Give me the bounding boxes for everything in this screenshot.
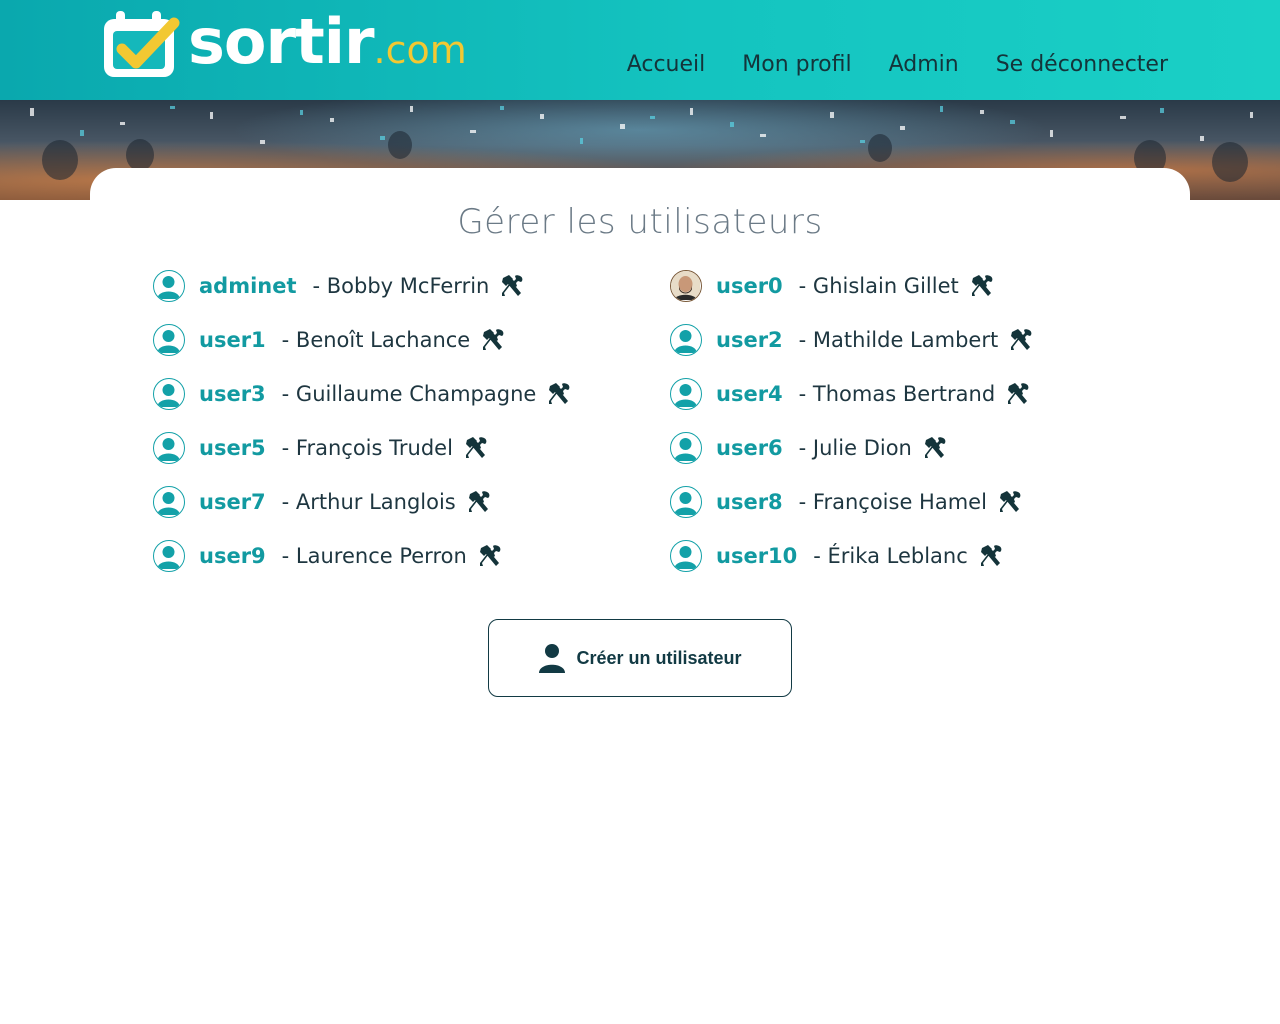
hammer-wrench-icon[interactable] [477,543,503,569]
list-item: user4 - Thomas Bertrand [670,377,1034,411]
logo-suffix: .com [373,28,467,72]
hammer-wrench-icon[interactable] [969,273,995,299]
content-card: Gérer les utilisateurs adminet - Bobby M… [90,168,1190,1024]
page-title: Gérer les utilisateurs [457,202,823,242]
username-link[interactable]: user0 [716,274,783,298]
username-link[interactable]: user8 [716,490,783,514]
list-item: user9 - Laurence Perron [153,539,572,573]
username-link[interactable]: user4 [716,382,783,406]
user-fullname: - Bobby McFerrin [312,274,490,298]
list-item: user7 - Arthur Langlois [153,485,572,519]
hammer-wrench-icon[interactable] [466,489,492,515]
hammer-wrench-icon[interactable] [997,489,1023,515]
hammer-wrench-icon[interactable] [480,327,506,353]
nav-accueil[interactable]: Accueil [627,52,706,78]
user-fullname: - Françoise Hamel [798,490,987,514]
username-link[interactable]: user1 [199,328,266,352]
list-item: user2 - Mathilde Lambert [670,323,1034,357]
list-item: user8 - Françoise Hamel [670,485,1034,519]
create-user-label: Créer un utilisateur [576,647,742,668]
default-avatar-icon [670,324,702,356]
user-fullname: - Ghislain Gillet [798,274,959,298]
site-header: sortir .com Accueil Mon profil Admin Se … [0,0,1280,100]
hammer-wrench-icon[interactable] [1005,381,1031,407]
hammer-wrench-icon[interactable] [978,543,1004,569]
user-fullname: - François Trudel [281,436,453,460]
user-fullname: - Thomas Bertrand [798,382,996,406]
user-fullname: - Arthur Langlois [281,490,456,514]
default-avatar-icon [153,270,185,302]
user-fullname: - Mathilde Lambert [798,328,999,352]
username-link[interactable]: user6 [716,436,783,460]
nav-mon-profil[interactable]: Mon profil [742,52,851,78]
list-item: adminet - Bobby McFerrin [153,269,572,303]
default-avatar-icon [153,432,185,464]
hammer-wrench-icon[interactable] [922,435,948,461]
hammer-wrench-icon[interactable] [1008,327,1034,353]
hammer-wrench-icon[interactable] [499,273,525,299]
user-list-left: adminet - Bobby McFerrin user1 - Benoît … [153,269,572,593]
nav-admin[interactable]: Admin [889,52,959,78]
site-logo[interactable]: sortir .com [100,8,470,84]
hammer-wrench-icon[interactable] [463,435,489,461]
username-link[interactable]: user9 [199,544,266,568]
default-avatar-icon [153,378,185,410]
calendar-check-icon [104,11,180,77]
main-nav: Accueil Mon profil Admin Se déconnecter [627,52,1168,78]
username-link[interactable]: user5 [199,436,266,460]
default-avatar-icon [153,324,185,356]
logo-text: sortir [188,5,375,78]
user-fullname: - Guillaume Champagne [281,382,537,406]
default-avatar-icon [670,486,702,518]
username-link[interactable]: user10 [716,544,797,568]
list-item: user5 - François Trudel [153,431,572,465]
nav-se-deconnecter[interactable]: Se déconnecter [996,52,1168,78]
user-icon [539,644,566,673]
photo-avatar [670,270,702,302]
user-fullname: - Julie Dion [798,436,912,460]
user-fullname: - Laurence Perron [281,544,467,568]
username-link[interactable]: adminet [199,274,297,298]
list-item: user0 - Ghislain Gillet [670,269,1034,303]
default-avatar-icon [670,540,702,572]
username-link[interactable]: user3 [199,382,266,406]
default-avatar-icon [670,432,702,464]
list-item: user1 - Benoît Lachance [153,323,572,357]
username-link[interactable]: user7 [199,490,266,514]
list-item: user10 - Érika Leblanc [670,539,1034,573]
list-item: user3 - Guillaume Champagne [153,377,572,411]
default-avatar-icon [153,486,185,518]
default-avatar-icon [153,540,185,572]
user-list-right: user0 - Ghislain Gillet user2 - Mathilde… [670,269,1034,593]
list-item: user6 - Julie Dion [670,431,1034,465]
user-fullname: - Benoît Lachance [281,328,471,352]
username-link[interactable]: user2 [716,328,783,352]
default-avatar-icon [670,378,702,410]
create-user-button[interactable]: Créer un utilisateur [488,619,792,697]
user-fullname: - Érika Leblanc [813,544,968,568]
hammer-wrench-icon[interactable] [546,381,572,407]
